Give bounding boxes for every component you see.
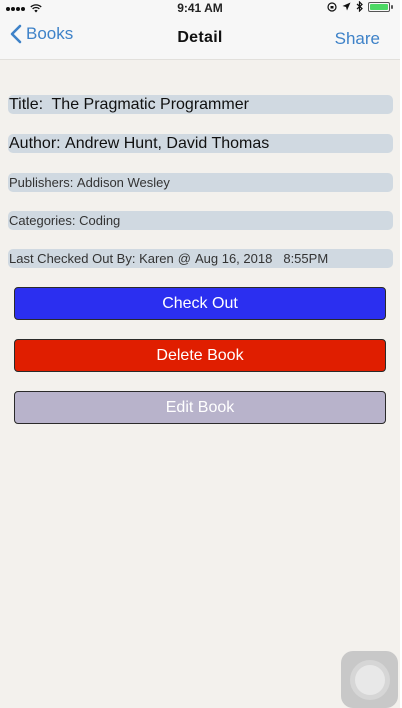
- assistive-touch-icon: [354, 664, 385, 695]
- status-right: [327, 1, 393, 12]
- bluetooth-icon: [356, 1, 363, 12]
- checkout-at: @: [177, 251, 191, 266]
- status-bar: 9:41 AM: [0, 0, 400, 16]
- battery-fill: [370, 3, 388, 10]
- checkout-label: Last Checked Out By:: [9, 251, 140, 266]
- edit-book-button[interactable]: Edit Book: [14, 391, 386, 424]
- title-label: Title:: [9, 95, 48, 113]
- author-label: Author:: [9, 134, 66, 152]
- last-checked-out-field: Last Checked Out By: Karen @ Aug 16, 201…: [8, 249, 393, 268]
- checkout-user: Karen: [139, 251, 174, 266]
- title-value: The Pragmatic Programmer: [51, 95, 249, 113]
- publishers-label: Publishers:: [9, 175, 77, 190]
- location-icon: [342, 2, 351, 11]
- title-field: Title: The Pragmatic Programmer: [8, 95, 393, 114]
- publishers-field: Publishers: Addison Wesley: [8, 173, 393, 192]
- battery-icon: [368, 1, 393, 12]
- publishers-value: Addison Wesley: [76, 175, 170, 190]
- categories-field: Categories: Coding: [8, 211, 393, 230]
- share-button[interactable]: Share: [335, 29, 380, 49]
- delete-book-button[interactable]: Delete Book: [14, 339, 386, 372]
- check-out-button[interactable]: Check Out: [14, 287, 386, 320]
- categories-value: Coding: [79, 213, 121, 228]
- checkout-date: Aug 16, 2018: [194, 251, 273, 266]
- categories-label: Categories:: [9, 213, 80, 228]
- author-value: Andrew Hunt, David Thomas: [65, 134, 270, 152]
- checkout-time: 8:55PM: [283, 251, 329, 266]
- author-field: Author: Andrew Hunt, David Thomas: [8, 134, 393, 153]
- assistive-touch-button[interactable]: [341, 651, 398, 708]
- orientation-lock-icon: [327, 1, 337, 12]
- navigation-bar: Books Detail Share: [0, 16, 400, 60]
